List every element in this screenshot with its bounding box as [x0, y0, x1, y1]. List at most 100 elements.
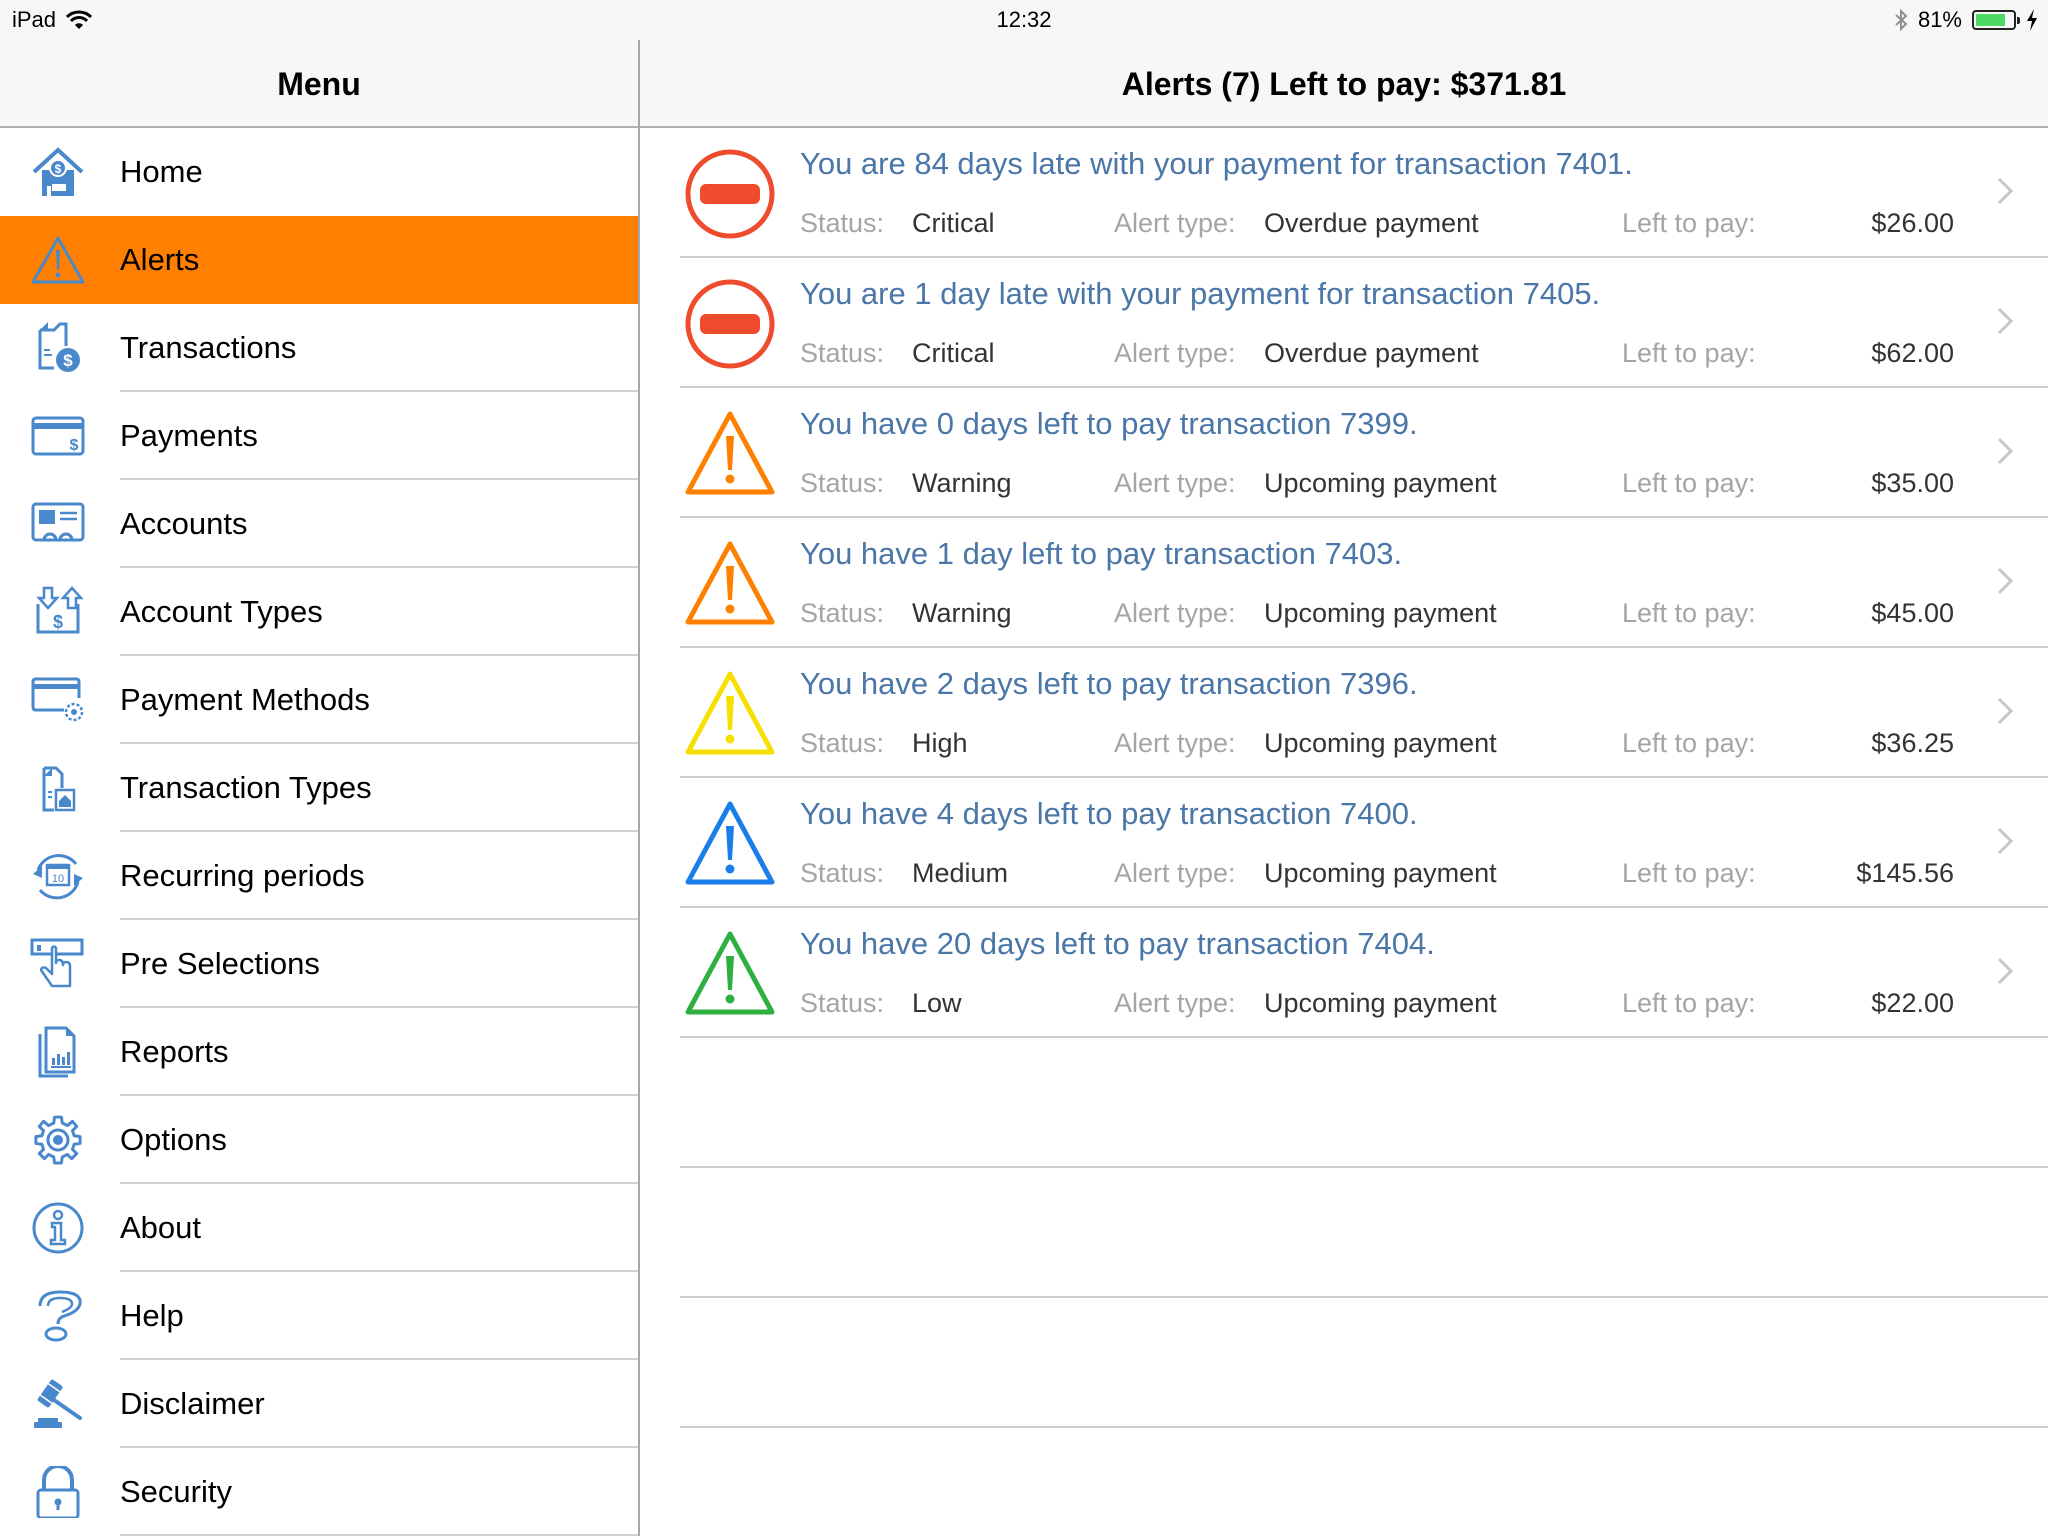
charging-bolt-icon — [2027, 9, 2037, 31]
warning-triangle-icon — [685, 931, 775, 1015]
status-value: Low — [912, 988, 962, 1018]
page-title: Alerts (7) Left to pay: $371.81 — [1121, 66, 1567, 102]
status-label: Status: — [800, 858, 885, 888]
battery-tip — [2017, 17, 2020, 24]
chevron-right-icon — [1997, 567, 2014, 595]
alert-type-label: Alert type: — [1114, 858, 1236, 888]
alert-type-label: Alert type: — [1114, 988, 1236, 1018]
sidebar-title: Menu — [277, 66, 361, 102]
svg-text:$: $ — [55, 162, 62, 176]
sidebar-item-reports[interactable]: Reports — [0, 1008, 638, 1096]
sidebar-item-transactions[interactable]: $ Transactions — [0, 304, 638, 392]
sidebar-item-disclaimer[interactable]: Disclaimer — [0, 1360, 638, 1448]
status-label: Status: — [800, 208, 885, 238]
clock: 12:32 — [996, 7, 1052, 32]
report-chart-icon — [38, 1026, 76, 1078]
alert-row[interactable]: You are 84 days late with your payment f… — [680, 128, 2048, 258]
warning-triangle-icon — [685, 411, 775, 495]
chevron-right-icon — [1997, 177, 2014, 205]
alert-row[interactable]: You have 4 days left to pay transaction … — [680, 778, 2048, 908]
status-value: High — [912, 728, 968, 758]
status-bar: iPad 12:32 81% — [0, 0, 2048, 40]
question-icon — [38, 1290, 82, 1342]
sidebar-item-payments[interactable]: $ Payments — [0, 392, 638, 480]
sidebar-item-about[interactable]: About — [0, 1184, 638, 1272]
alert-message: You have 2 days left to pay transaction … — [800, 666, 1418, 701]
alert-message: You are 84 days late with your payment f… — [800, 146, 1633, 181]
info-icon — [32, 1202, 84, 1254]
alert-row[interactable]: You have 0 days left to pay transaction … — [680, 388, 2048, 518]
sidebar-item-label: Home — [120, 154, 203, 189]
alert-row[interactable]: You have 2 days left to pay transaction … — [680, 648, 2048, 778]
sidebar-item-home[interactable]: $ Home — [0, 128, 638, 216]
sidebar-item-label: Options — [120, 1122, 227, 1157]
svg-text:$: $ — [63, 351, 73, 370]
battery-percent: 81% — [1917, 7, 1962, 32]
left-to-pay-value: $35.00 — [1871, 468, 1954, 498]
alert-type-label: Alert type: — [1114, 728, 1236, 758]
left-to-pay-value: $36.25 — [1871, 728, 1954, 758]
alert-type-value: Overdue payment — [1264, 338, 1479, 368]
sidebar-item-label: Pre Selections — [120, 946, 320, 981]
alert-row[interactable]: You have 20 days left to pay transaction… — [680, 908, 2048, 1038]
alert-type-value: Upcoming payment — [1264, 468, 1497, 498]
status-label: Status: — [800, 728, 885, 758]
sidebar-item-label: Account Types — [120, 594, 323, 629]
sidebar-item-label: Help — [120, 1298, 184, 1333]
sidebar-item-label: About — [120, 1210, 202, 1245]
alert-row[interactable]: You have 1 day left to pay transaction 7… — [680, 518, 2048, 648]
hand-pointer-icon — [30, 938, 84, 988]
sidebar-item-label: Accounts — [120, 506, 248, 541]
warning-triangle-icon — [685, 541, 775, 625]
menu-list: $ Home Alerts $ Transactions $ Payments Ac… — [0, 128, 638, 1536]
sidebar-item-payment-methods[interactable]: Payment Methods — [0, 656, 638, 744]
alert-message: You have 0 days left to pay transaction … — [800, 406, 1418, 441]
chevron-right-icon — [1997, 437, 2014, 465]
calendar-cycle-icon: 10 — [33, 854, 83, 900]
left-to-pay-label: Left to pay: — [1622, 338, 1756, 368]
sidebar-item-label: Payment Methods — [120, 682, 370, 717]
sidebar-item-options[interactable]: Options — [0, 1096, 638, 1184]
sidebar-item-label: Transactions — [120, 330, 297, 365]
status-label: Status: — [800, 338, 885, 368]
status-label: Status: — [800, 988, 885, 1018]
status-value: Warning — [912, 468, 1012, 498]
card-dollar-icon: $ — [31, 416, 85, 456]
sidebar-item-label: Transaction Types — [120, 770, 372, 805]
left-to-pay-label: Left to pay: — [1622, 208, 1756, 238]
sidebar-menu: Menu $ Home Alerts $ Transactions $ Paymen… — [0, 0, 640, 1536]
status-value: Critical — [912, 208, 995, 238]
alert-type-value: Upcoming payment — [1264, 988, 1497, 1018]
empty-row — [680, 1298, 2048, 1428]
sidebar-item-label: Alerts — [120, 242, 200, 277]
chevron-right-icon — [1997, 957, 2014, 985]
sidebar-item-accounts[interactable]: Accounts — [0, 480, 638, 568]
left-to-pay-value: $62.00 — [1871, 338, 1954, 368]
sidebar-item-help[interactable]: Help — [0, 1272, 638, 1360]
chevron-right-icon — [1997, 307, 2014, 335]
card-gear-icon — [31, 677, 84, 722]
sidebar-item-recurring-periods[interactable]: 10 Recurring periods — [0, 832, 638, 920]
warning-triangle-icon — [31, 236, 85, 284]
home-dollar-icon: $ — [32, 147, 84, 196]
sidebar-item-alerts[interactable]: Alerts — [0, 216, 638, 304]
sidebar-item-account-types[interactable]: $ Account Types — [0, 568, 638, 656]
status-value: Warning — [912, 598, 1012, 628]
warning-triangle-icon — [685, 801, 775, 885]
alert-row[interactable]: You are 1 day late with your payment for… — [680, 258, 2048, 388]
svg-text:10: 10 — [52, 873, 64, 885]
sidebar-item-label: Security — [120, 1474, 232, 1509]
left-to-pay-label: Left to pay: — [1622, 598, 1756, 628]
sidebar-item-pre-selections[interactable]: Pre Selections — [0, 920, 638, 1008]
sidebar-item-security[interactable]: Security — [0, 1448, 638, 1536]
warning-triangle-icon — [685, 671, 775, 755]
document-dollar-icon: $ — [38, 322, 80, 372]
alert-type-value: Upcoming payment — [1264, 598, 1497, 628]
left-to-pay-label: Left to pay: — [1622, 858, 1756, 888]
svg-text:$: $ — [70, 437, 79, 454]
alert-type-label: Alert type: — [1114, 468, 1236, 498]
left-to-pay-label: Left to pay: — [1622, 988, 1756, 1018]
sidebar-item-transaction-types[interactable]: Transaction Types — [0, 744, 638, 832]
document-house-icon — [42, 766, 76, 812]
status-label: Status: — [800, 598, 885, 628]
